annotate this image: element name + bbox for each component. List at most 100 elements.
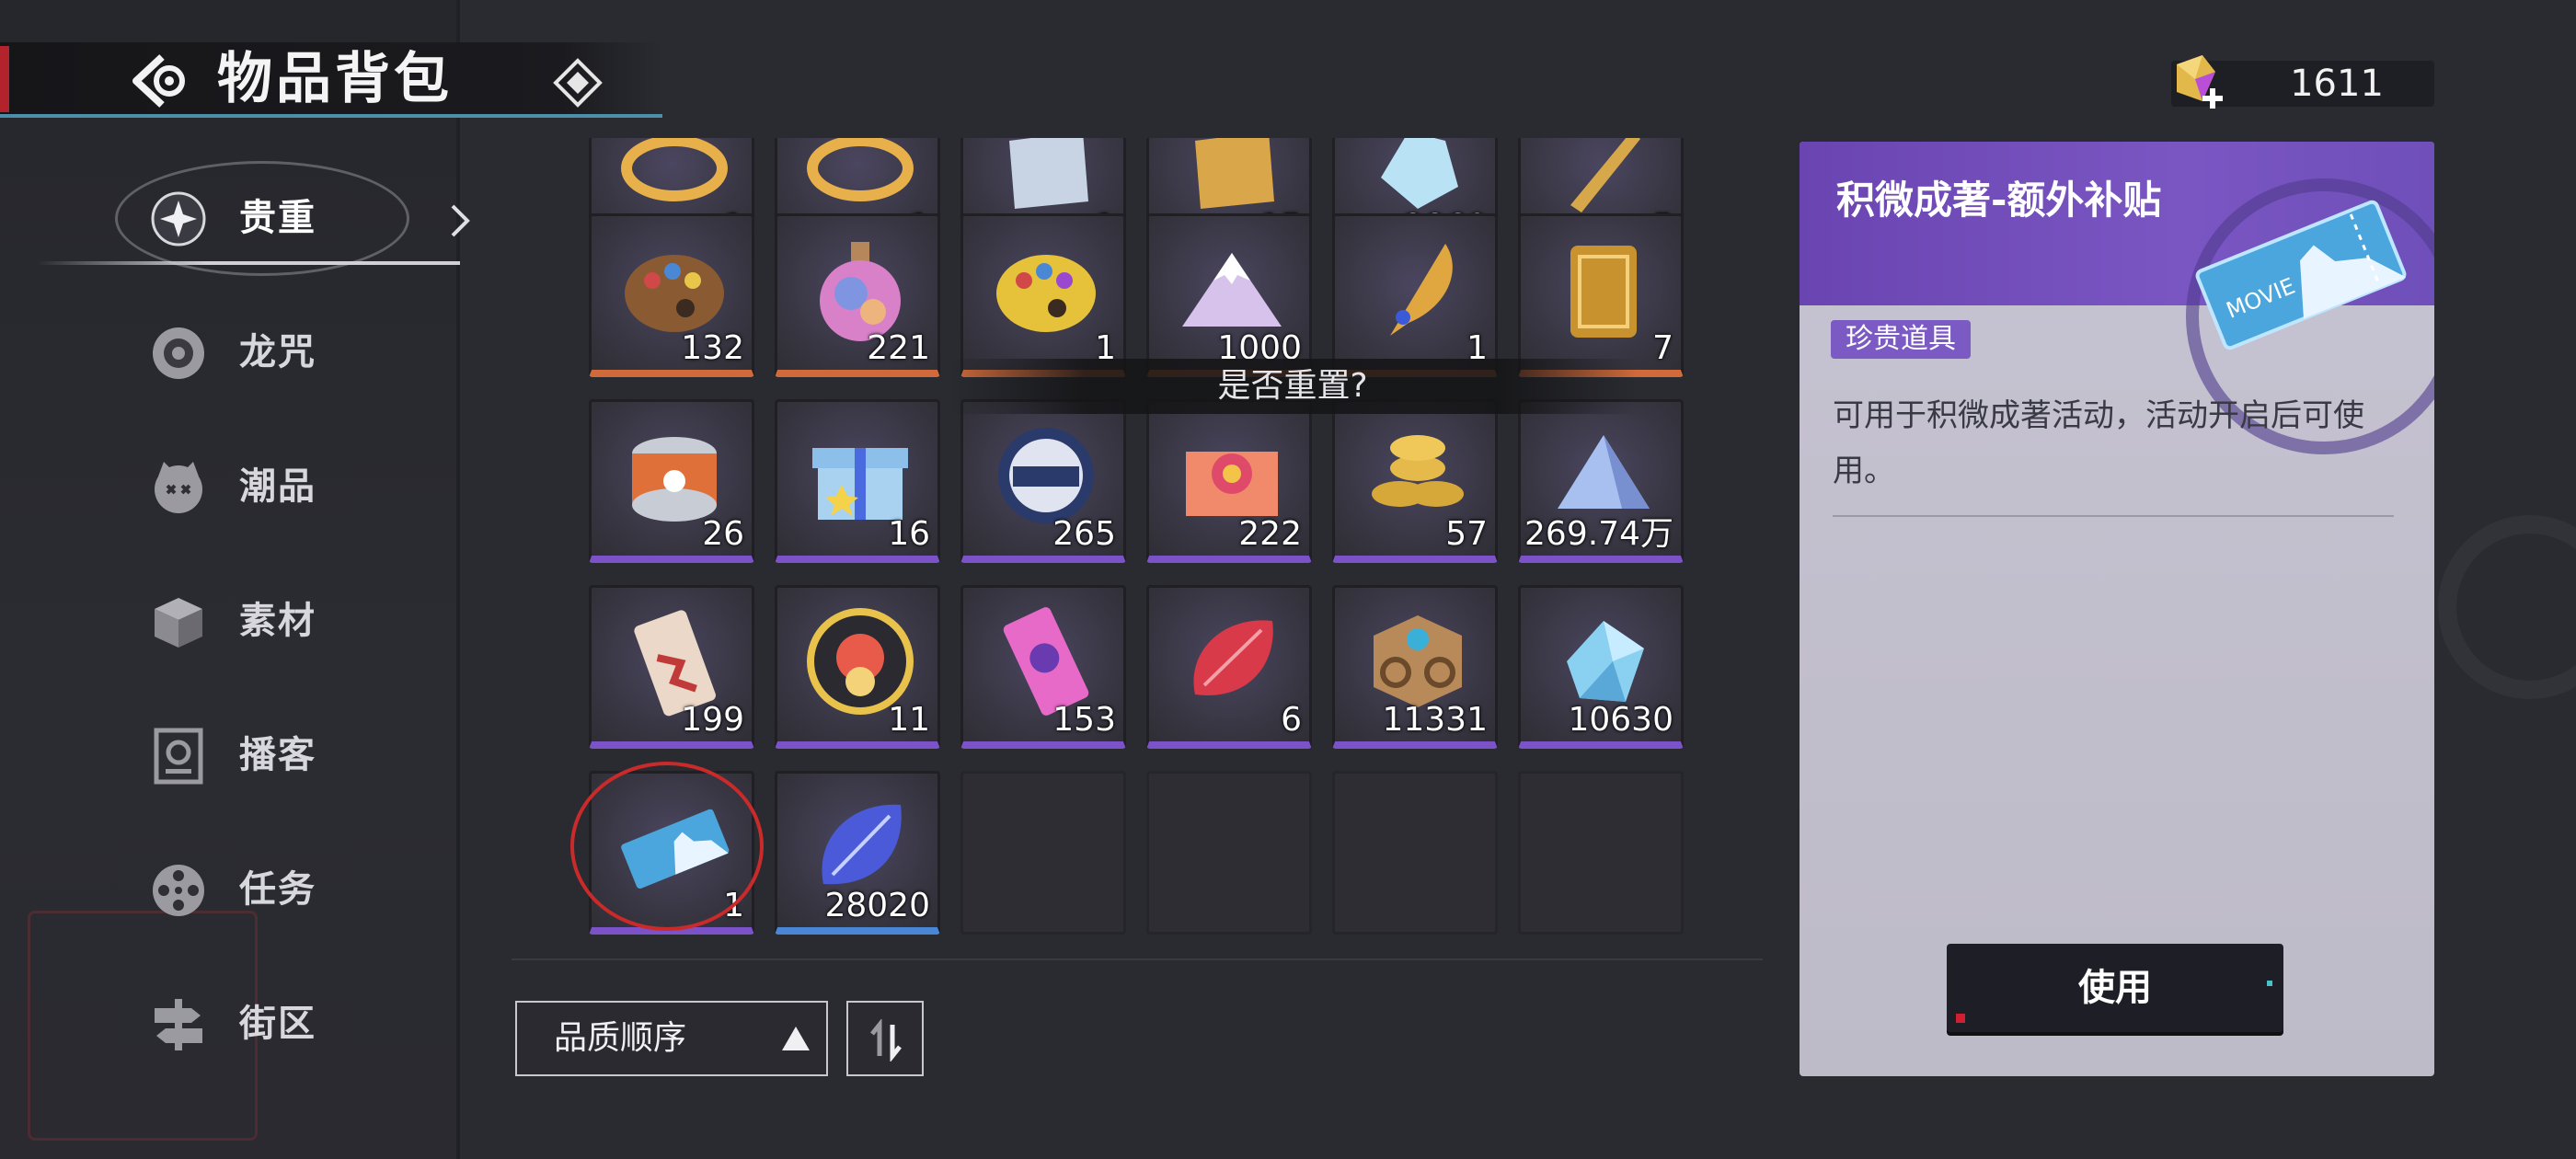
item-count: 269.74万 <box>1524 515 1673 553</box>
sidebar-item-podcast[interactable]: 播客 <box>138 706 442 798</box>
cube-icon <box>155 598 202 648</box>
gift-box-icon <box>812 448 908 520</box>
use-button[interactable]: 使用 <box>1947 944 2283 1032</box>
inventory-slot[interactable]: 7 <box>1518 213 1684 377</box>
sort-dropdown[interactable]: 品质顺序 <box>515 1001 828 1076</box>
item-description: 可用于积微成著活动，活动开启后可使用。 <box>1833 397 2364 489</box>
cat-face-icon <box>155 462 202 513</box>
item-count: 132 <box>681 329 744 367</box>
inventory-slot[interactable]: 10630 <box>1518 585 1684 749</box>
item-count: 11331 <box>1382 701 1488 739</box>
sidebar-item-label: 潮品 <box>239 465 316 508</box>
item-count: 153 <box>1052 701 1116 739</box>
sidebar-item-valuable[interactable]: 贵重 <box>138 169 442 261</box>
empty-slot[interactable] <box>1518 771 1684 935</box>
inventory-slot[interactable]: 28020 <box>775 771 940 935</box>
inventory-slot[interactable]: 16 <box>775 399 940 563</box>
item-count: 199 <box>681 701 744 739</box>
sparkle-icon <box>151 191 206 247</box>
inventory-slot[interactable]: 222 <box>1146 399 1312 563</box>
active-underline <box>37 261 460 265</box>
empty-slot[interactable] <box>1146 771 1312 935</box>
rarity-badge: 珍贵道具 <box>1831 320 1971 359</box>
badge-coin-icon <box>998 428 1094 523</box>
use-button-label: 使用 <box>2078 967 2152 1009</box>
item-count: 57 <box>1445 515 1488 553</box>
gold-ring-icon <box>807 138 914 201</box>
sidebar-item-trendy[interactable]: 潮品 <box>138 438 442 530</box>
back-icon[interactable] <box>129 52 193 110</box>
sidebar-item-label: 素材 <box>239 600 316 642</box>
sidebar-item-label: 贵重 <box>239 197 316 239</box>
item-count: 26 <box>702 515 744 553</box>
page-title: 物品背包 <box>217 47 453 111</box>
gold-coins-icon <box>1372 435 1464 507</box>
inventory-slot[interactable]: 26 <box>589 399 754 563</box>
item-detail-panel: 积微成著-额外补贴 MOVIE 珍贵道具 可用于积微成著活动，活动开启后可使用。… <box>1800 142 2434 1076</box>
button-accent <box>1956 1014 1965 1023</box>
snow-mountain-icon <box>1182 253 1282 327</box>
candy-box-icon <box>1186 452 1278 516</box>
blue-leaf-icon <box>822 804 902 885</box>
inventory-slot[interactable]: 57 <box>1332 399 1498 563</box>
inventory-slot[interactable]: 11 <box>775 585 940 749</box>
inventory-slot[interactable]: 6 <box>1146 585 1312 749</box>
header-accent <box>0 46 9 112</box>
crystal-pile-icon <box>1558 435 1650 509</box>
inventory-slot[interactable]: 199 <box>589 585 754 749</box>
item-count: 7 <box>1652 329 1673 367</box>
film-reel-icon <box>153 865 204 916</box>
inventory-slot[interactable]: 153 <box>960 585 1126 749</box>
sort-label: 品质顺序 <box>554 1019 687 1057</box>
sidebar-item-dragon-spell[interactable]: 龙咒 <box>138 304 442 396</box>
silver-card-icon <box>1009 138 1088 209</box>
item-title: 积微成著-额外补贴 <box>1836 178 2162 223</box>
cat-food-can-icon <box>632 437 717 522</box>
triangle-up-icon <box>782 1027 810 1050</box>
chevron-right-icon <box>451 204 470 237</box>
inventory-slot[interactable]: 132 <box>589 213 754 377</box>
inventory-slot[interactable]: 269.74万 <box>1518 399 1684 563</box>
inventory-slot[interactable]: 11331 <box>1332 585 1498 749</box>
empty-slot[interactable] <box>960 771 1126 935</box>
movie-ticket-icon: MOVIE <box>2195 200 2407 350</box>
sidebar-item-task[interactable]: 任务 <box>138 841 442 933</box>
item-count: 28020 <box>824 887 930 924</box>
button-accent <box>2267 981 2272 986</box>
gem-plus-icon[interactable] <box>2162 48 2228 114</box>
red-leaf-icon <box>1193 620 1273 695</box>
sidebar-item-material[interactable]: 素材 <box>138 572 442 664</box>
pink-ticket-icon <box>1003 607 1089 716</box>
detail-divider <box>1833 515 2394 517</box>
bronze-cube-icon <box>1374 615 1462 707</box>
inventory-slot[interactable]: 265 <box>960 399 1126 563</box>
item-count: 222 <box>1238 515 1302 553</box>
blue-crystal-icon <box>1567 621 1644 702</box>
street-sign-icon <box>155 999 202 1050</box>
vinyl-disc-icon <box>153 327 204 379</box>
diamond-icon <box>553 58 603 108</box>
golden-ticket-icon <box>1570 246 1637 338</box>
item-count: 10630 <box>1568 701 1673 739</box>
potion-bottle-icon <box>820 242 901 341</box>
ticket-stub-icon <box>634 610 716 717</box>
reset-prompt[interactable]: 是否重置? <box>948 364 1638 408</box>
empty-slot[interactable] <box>1332 771 1498 935</box>
item-count: 6 <box>1281 701 1302 739</box>
inventory-slot[interactable]: 1 <box>960 213 1126 377</box>
sidebar-item-label: 龙咒 <box>239 331 316 373</box>
golden-pen-icon <box>1570 138 1640 212</box>
gold-palette-icon <box>996 255 1096 332</box>
inventory-slot[interactable]: 221 <box>775 213 940 377</box>
item-count: 265 <box>1052 515 1116 553</box>
item-count: 221 <box>867 329 930 367</box>
sidebar-item-label: 任务 <box>239 868 316 911</box>
grid-divider <box>512 958 1763 960</box>
sidebar-item-street[interactable]: 街区 <box>138 975 442 1067</box>
gold-ring-icon <box>621 138 728 201</box>
inventory-slot[interactable]: 1 <box>1332 213 1498 377</box>
background-reel-decoration <box>2438 515 2576 699</box>
item-count: 16 <box>888 515 930 553</box>
sort-direction-button[interactable] <box>846 1001 924 1076</box>
inventory-slot[interactable]: 1000 <box>1146 213 1312 377</box>
